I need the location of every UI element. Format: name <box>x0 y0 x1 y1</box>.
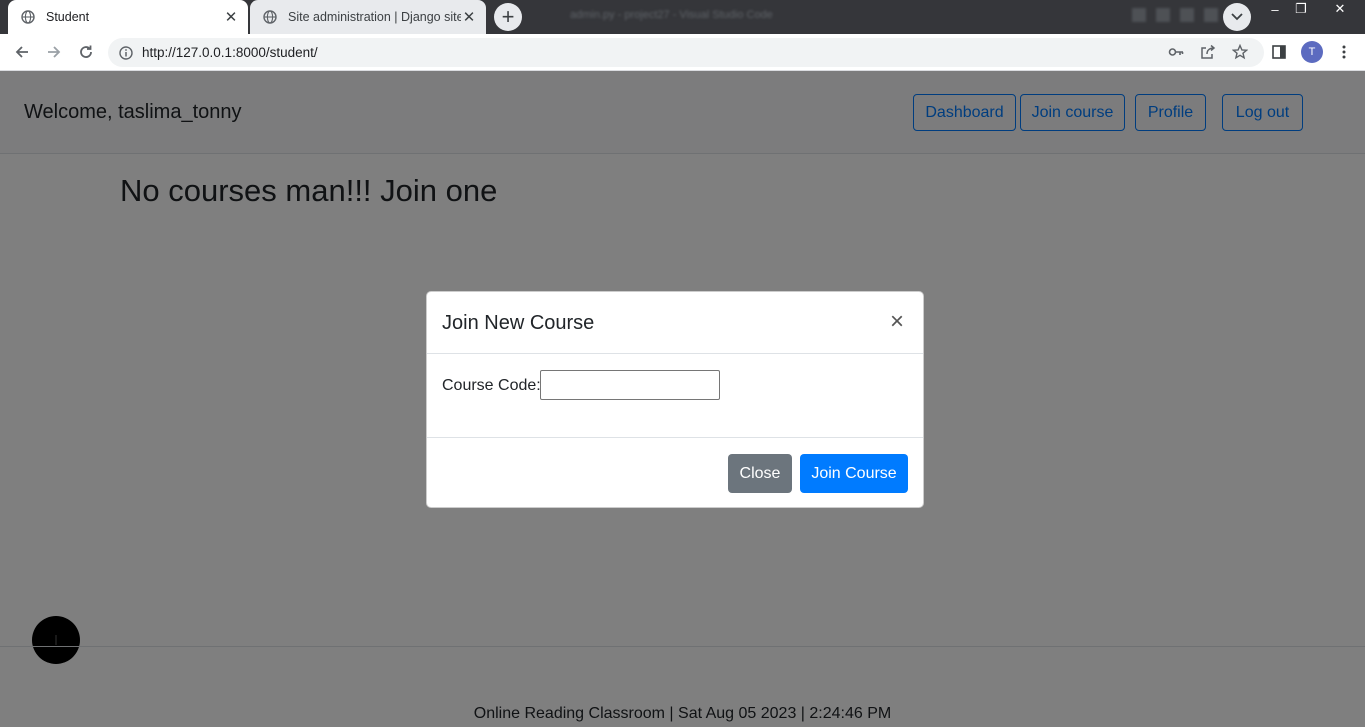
side-panel-icon[interactable] <box>1269 42 1289 62</box>
course-code-label: Course Code: <box>442 377 541 394</box>
globe-icon <box>262 9 278 25</box>
modal-header: Join New Course × <box>427 292 923 354</box>
restore-button[interactable]: ❐ <box>1287 0 1315 18</box>
profile-avatar[interactable]: T <box>1301 41 1323 63</box>
browser-tabstrip: Student ✕ Site administration | Django s… <box>0 0 1365 34</box>
tab-django-admin[interactable]: Site administration | Django site admin … <box>250 0 486 34</box>
modal-body: Course Code: <box>427 354 923 438</box>
window-title: admin.py - project27 - Visual Studio Cod… <box>570 9 773 21</box>
plus-icon: + <box>501 4 515 29</box>
tab-title: Student <box>46 10 90 24</box>
back-arrow-icon <box>15 46 28 58</box>
reload-button[interactable] <box>72 38 100 66</box>
close-button[interactable]: Close <box>728 454 792 493</box>
join-course-modal: Join New Course × Course Code: Close Joi… <box>426 291 924 508</box>
info-icon[interactable] <box>118 45 134 61</box>
modal-title: Join New Course <box>442 312 595 334</box>
tab-title: Site administration | Django site admin <box>288 10 461 24</box>
reload-icon <box>80 45 92 58</box>
forward-arrow-icon <box>48 46 61 58</box>
new-tab-button[interactable]: + <box>494 3 522 31</box>
close-icon[interactable]: ✕ <box>461 9 477 26</box>
taskbar-icons <box>1132 8 1222 22</box>
minimize-button[interactable]: – <box>1261 0 1289 18</box>
close-icon[interactable]: ✕ <box>223 9 239 26</box>
url-text[interactable]: http://127.0.0.1:8000/student/ <box>142 45 1264 60</box>
key-icon[interactable] <box>1166 42 1186 62</box>
close-icon[interactable]: × <box>887 310 907 334</box>
chevron-down-icon <box>1231 13 1243 21</box>
join-course-button[interactable]: Join Course <box>800 454 908 493</box>
share-icon[interactable] <box>1198 42 1218 62</box>
kebab-menu-icon[interactable] <box>1334 42 1354 62</box>
forward-button[interactable] <box>40 38 68 66</box>
browser-toolbar: http://127.0.0.1:8000/student/ T <box>0 34 1365 71</box>
star-icon[interactable] <box>1230 42 1250 62</box>
tab-student[interactable]: Student ✕ <box>8 0 248 34</box>
address-bar[interactable]: http://127.0.0.1:8000/student/ <box>108 38 1264 67</box>
window-close-button[interactable]: ✕ <box>1326 0 1354 18</box>
course-code-input[interactable] <box>540 370 720 400</box>
back-button[interactable] <box>8 38 36 66</box>
globe-icon <box>20 9 36 25</box>
tab-search-button[interactable] <box>1223 3 1251 31</box>
modal-footer: Close Join Course <box>427 437 923 509</box>
